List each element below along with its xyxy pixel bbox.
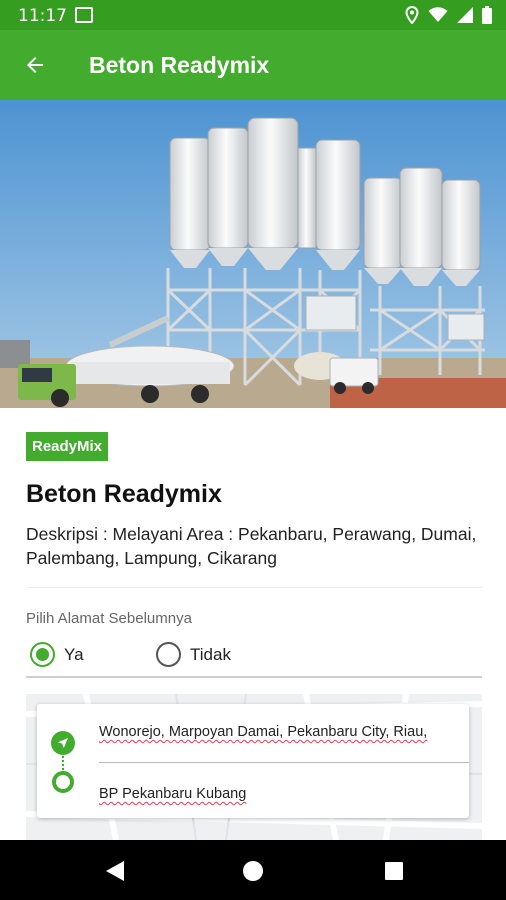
radio-option-ya[interactable]: Ya [30,642,84,667]
image-icon [75,7,93,23]
status-bar: 11:17 [0,0,506,30]
category-badge: ReadyMix [26,432,109,461]
address-choice-radio-group: Ya Tidak [30,642,480,672]
route-card: Wonorejo, Marpoyan Damai, Pekanbaru City… [37,704,469,818]
route-origin-field[interactable]: Wonorejo, Marpoyan Damai, Pekanbaru City… [99,724,454,746]
home-circle-icon [243,861,263,881]
nav-recents-button[interactable] [381,858,407,884]
battery-icon [482,6,492,24]
radio-unchecked-icon [156,642,181,667]
location-icon [405,6,419,24]
product-description: Deskripsi : Melayani Area : Pekanbaru, P… [26,524,477,568]
radio-option-label: Ya [64,644,84,664]
wifi-icon [428,7,448,22]
status-time: 11:17 [18,6,67,26]
divider [26,587,482,588]
page-title: Beton Readymix [89,52,270,78]
arrow-left-icon [27,57,43,73]
recents-square-icon [385,862,403,880]
app-bar: Beton Readymix [0,30,506,100]
route-separator [99,762,469,763]
product-title: Beton Readymix [26,480,222,508]
address-choice-label: Pilih Alamat Sebelumnya [26,610,192,627]
navigation-origin-icon [51,731,75,755]
radio-checked-icon [30,642,55,667]
destination-circle-icon [52,771,74,793]
system-navigation-bar [0,840,506,900]
radio-option-label: Tidak [190,644,231,664]
nav-back-button[interactable] [102,858,128,884]
signal-icon [457,7,473,23]
route-destination-field[interactable]: BP Pekanbaru Kubang [99,786,246,802]
radio-option-tidak[interactable]: Tidak [156,642,231,667]
back-button[interactable] [14,44,56,86]
status-icons [405,5,492,25]
radio-group-underline [26,676,482,678]
back-triangle-icon [106,861,124,881]
product-hero-image [0,100,506,408]
nav-home-button[interactable] [240,858,266,884]
route-connector [62,756,64,770]
